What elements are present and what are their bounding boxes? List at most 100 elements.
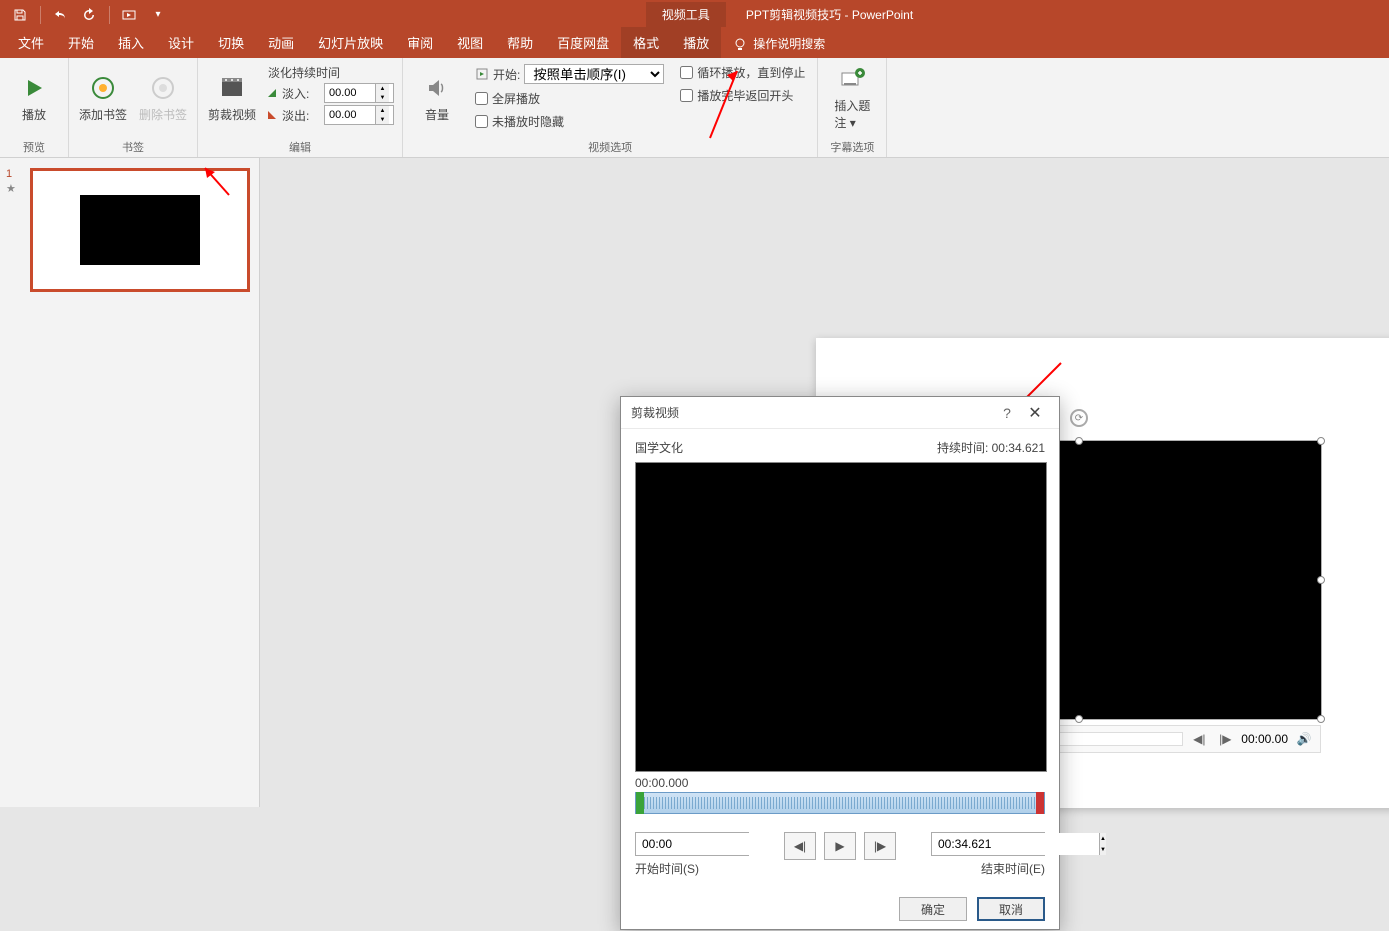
play-pause-button[interactable]: ▶ [824,832,856,860]
fade-out-icon [266,109,278,121]
tab-view[interactable]: 视图 [445,27,495,58]
fade-out-label: 淡出: [282,107,320,124]
spin-up-icon[interactable]: ▲ [1100,833,1106,844]
video-volume-icon[interactable]: 🔊 [1294,729,1314,749]
start-time-label: 开始时间(S) [635,860,749,877]
dialog-video-preview [635,462,1047,772]
rewind-checkbox[interactable] [680,89,693,102]
redo-icon[interactable] [77,3,101,27]
dialog-close-button[interactable]: ✕ [1021,403,1049,423]
volume-label: 音量 [425,106,449,123]
tab-help[interactable]: 帮助 [495,27,545,58]
next-frame-button[interactable]: |▶ [864,832,896,860]
slide-animation-indicator-icon: ★ [6,182,16,195]
fade-in-input[interactable] [325,84,375,102]
tab-home[interactable]: 开始 [56,27,106,58]
tab-transitions[interactable]: 切换 [206,27,256,58]
tell-me-search[interactable]: 操作说明搜索 [721,29,837,58]
trim-label: 剪裁视频 [208,106,256,123]
undo-icon[interactable] [49,3,73,27]
qat-customize-icon[interactable]: ▾ [146,3,170,27]
group-label-bookmark: 书签 [75,137,191,155]
start-icon [475,67,489,81]
dialog-title: 剪裁视频 [631,404,993,421]
end-time-spinner[interactable]: ▲▼ [931,832,1045,856]
dialog-current-time: 00:00.000 [635,776,1045,790]
trim-start-marker[interactable] [636,792,644,814]
resize-handle[interactable] [1317,715,1325,723]
spin-down-icon[interactable]: ▼ [376,93,389,102]
add-bookmark-label: 添加书签 [79,106,127,123]
start-time-spinner[interactable]: ▲▼ [635,832,749,856]
video-tools-context-tab: 视频工具 [646,2,726,27]
play-button[interactable]: 播放 [6,62,62,134]
spin-down-icon[interactable]: ▼ [1100,844,1106,855]
tab-playback[interactable]: 播放 [671,27,721,58]
resize-handle[interactable] [1317,576,1325,584]
bookmark-remove-icon [149,74,177,102]
resize-handle[interactable] [1075,715,1083,723]
slide-thumbnail-panel[interactable]: 1 ★ [0,158,260,807]
bookmark-add-icon [89,74,117,102]
tab-baidu[interactable]: 百度网盘 [545,27,621,58]
spin-up-icon[interactable]: ▲ [376,84,389,93]
spin-down-icon[interactable]: ▼ [376,115,389,124]
loop-checkbox[interactable] [680,66,693,79]
insert-caption-button[interactable]: 插入题注 ▾ [824,62,880,134]
remove-bookmark-button: 删除书签 [135,62,191,134]
tab-insert[interactable]: 插入 [106,27,156,58]
tab-file[interactable]: 文件 [6,27,56,58]
volume-button[interactable]: 音量 [409,62,465,134]
fullscreen-checkbox[interactable] [475,92,488,105]
document-title: PPT剪辑视频技巧 - PowerPoint [746,6,913,23]
tell-me-label: 操作说明搜索 [753,35,825,52]
play-icon [20,74,48,102]
fade-out-input[interactable] [325,106,375,124]
remove-bookmark-label: 删除书签 [139,106,187,123]
rotate-handle-icon[interactable]: ⟳ [1070,409,1088,427]
caption-icon [838,65,866,93]
slide-thumbnail[interactable] [30,168,250,292]
start-label: 开始: [493,66,520,83]
spin-up-icon[interactable]: ▲ [376,106,389,115]
prev-frame-button[interactable]: ◀| [784,832,816,860]
end-time-input[interactable] [932,833,1099,855]
fullscreen-label: 全屏播放 [492,90,540,107]
group-label-caption: 字幕选项 [824,137,880,155]
cancel-button[interactable]: 取消 [977,897,1045,921]
fade-in-icon [266,87,278,99]
start-from-beginning-icon[interactable] [118,3,142,27]
tab-design[interactable]: 设计 [156,27,206,58]
thumbnail-video-preview [80,195,200,265]
tab-format[interactable]: 格式 [621,27,671,58]
fade-out-spinner[interactable]: ▲▼ [324,105,394,125]
title-bar: ▾ 视频工具 PPT剪辑视频技巧 - PowerPoint [0,0,1389,29]
dialog-help-button[interactable]: ? [993,405,1021,421]
end-time-label: 结束时间(E) [981,860,1045,877]
trim-end-marker[interactable] [1036,792,1044,814]
dialog-timeline[interactable] [635,792,1045,814]
trim-icon [218,74,246,102]
start-time-input[interactable] [636,833,803,855]
trim-video-button[interactable]: 剪裁视频 [204,62,260,134]
ok-button[interactable]: 确定 [899,897,967,921]
video-step-fwd-button[interactable]: |▶ [1215,729,1235,749]
hide-label: 未播放时隐藏 [492,113,564,130]
resize-handle[interactable] [1075,437,1083,445]
video-time-label: 00:00.00 [1241,732,1288,746]
resize-handle[interactable] [1317,437,1325,445]
slide-number: 1 [6,168,12,180]
start-select[interactable]: 按照单击顺序(I) [524,64,664,84]
fade-in-spinner[interactable]: ▲▼ [324,83,394,103]
video-step-back-button[interactable]: ◀| [1189,729,1209,749]
ribbon-tabs: 文件 开始 插入 设计 切换 动画 幻灯片放映 审阅 视图 帮助 百度网盘 格式… [0,29,1389,58]
save-icon[interactable] [8,3,32,27]
tab-slideshow[interactable]: 幻灯片放映 [306,27,395,58]
tab-review[interactable]: 审阅 [395,27,445,58]
tab-animations[interactable]: 动画 [256,27,306,58]
hide-checkbox[interactable] [475,115,488,128]
dialog-titlebar[interactable]: 剪裁视频 ? ✕ [621,397,1059,429]
caption-label: 插入题注 ▾ [834,97,870,131]
add-bookmark-button[interactable]: 添加书签 [75,62,131,134]
slide-canvas-area: ⟳ ▶ ◀| |▶ 00:00.00 🔊 [260,158,1389,807]
